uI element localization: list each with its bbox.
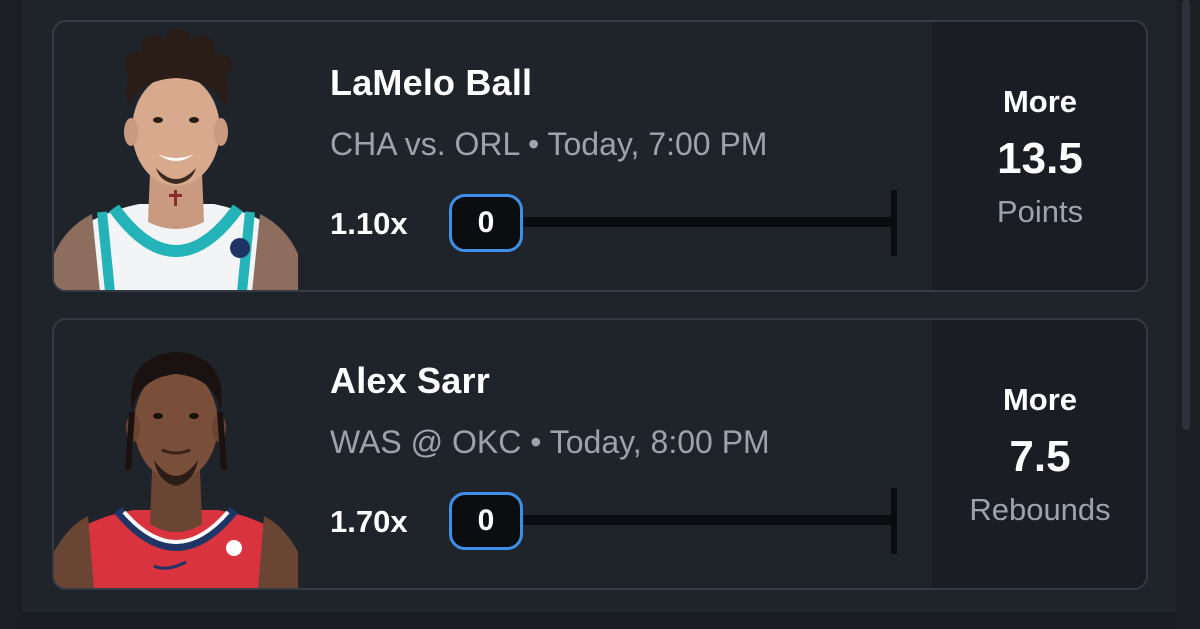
- payout-multiplier: 1.70x: [330, 504, 408, 539]
- page-scrollbar[interactable]: [1182, 0, 1190, 430]
- pick-card-lamelo-ball[interactable]: LaMelo Ball CHA vs. ORL • Today, 7:00 PM…: [52, 20, 1148, 292]
- game-matchup: WAS @ OKC • Today, 8:00 PM: [330, 424, 770, 460]
- player-name: LaMelo Ball: [330, 62, 533, 103]
- pick-direction: More: [1002, 382, 1078, 417]
- payout-multiplier: 1.10x: [330, 206, 408, 241]
- current-stat-badge: 0: [449, 194, 523, 252]
- projection-line: 7.5: [1009, 432, 1071, 481]
- current-stat-badge: 0: [449, 492, 523, 550]
- player-name: Alex Sarr: [330, 360, 490, 401]
- game-matchup: CHA vs. ORL • Today, 7:00 PM: [330, 126, 768, 162]
- progress-bar-target-marker: [891, 488, 897, 554]
- projection-line: 13.5: [997, 134, 1083, 183]
- bottom-divider: [22, 612, 1176, 629]
- progress-bar: [484, 217, 896, 227]
- player-headshot: [54, 320, 298, 588]
- projection-box[interactable]: More 13.5 Points: [932, 22, 1146, 290]
- pick-card-alex-sarr[interactable]: Alex Sarr WAS @ OKC • Today, 8:00 PM 1.7…: [52, 318, 1148, 590]
- projection-box[interactable]: More 7.5 Rebounds: [932, 320, 1146, 588]
- player-headshot: [54, 22, 298, 290]
- pick-direction: More: [1002, 84, 1078, 119]
- stat-type: Points: [996, 194, 1084, 229]
- progress-bar: [484, 515, 896, 525]
- stat-type: Rebounds: [969, 492, 1111, 527]
- progress-bar-target-marker: [891, 190, 897, 256]
